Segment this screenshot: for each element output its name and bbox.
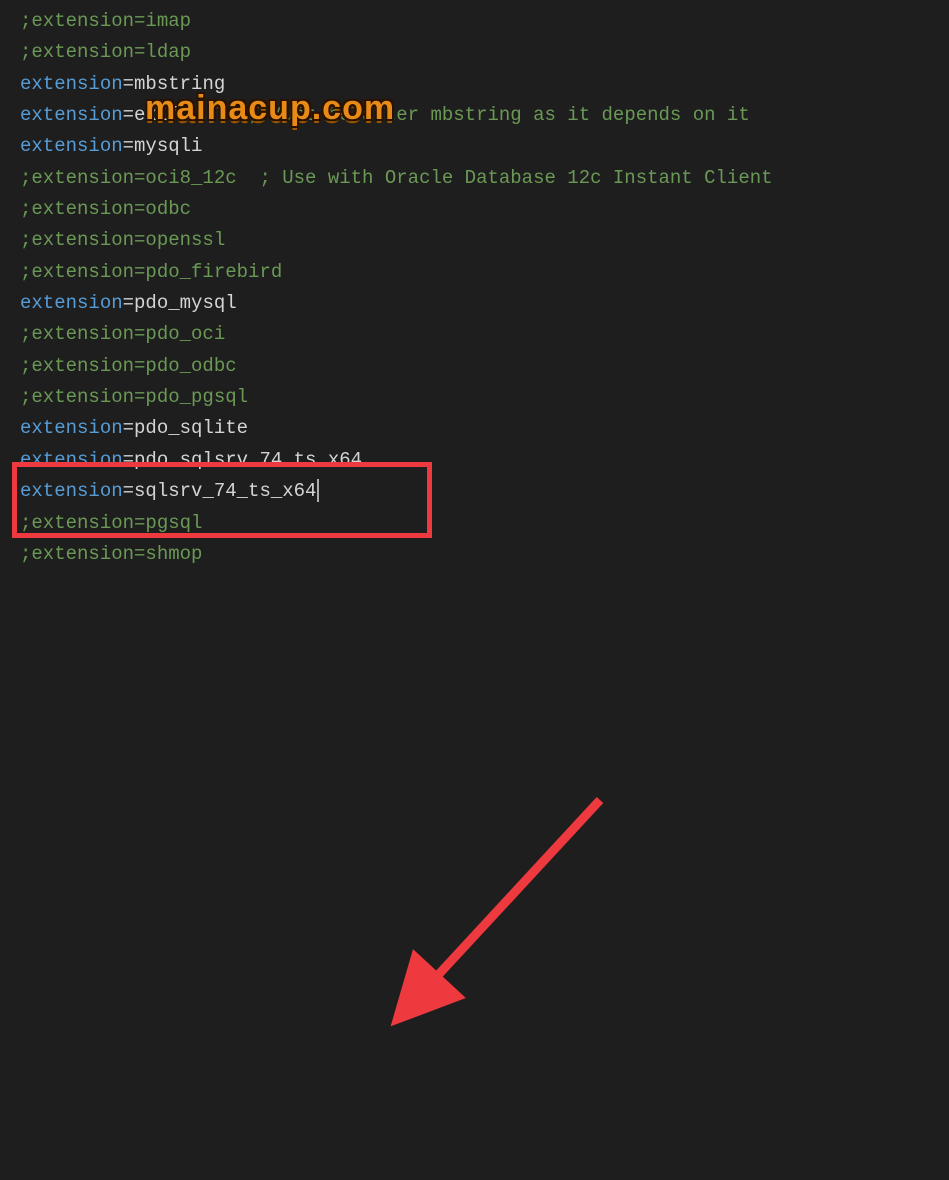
text-cursor [317,479,319,502]
equals-sign: = [123,135,134,157]
commented-directive: ;extension=shmop [20,543,202,565]
ini-key: extension [20,104,123,126]
commented-directive: ;extension=ldap [20,41,191,63]
code-line[interactable]: ;extension=shmop [20,539,949,570]
code-line[interactable]: extension=mbstring [20,69,949,100]
equals-sign: = [123,449,134,471]
code-line[interactable]: ;extension=imap [20,6,949,37]
code-line[interactable]: ;extension=pgsql [20,508,949,539]
code-line[interactable]: ;extension=odbc [20,194,949,225]
commented-directive: ;extension=pdo_pgsql [20,386,248,408]
equals-sign: = [123,417,134,439]
code-line[interactable]: extension=mysqli [20,131,949,162]
commented-directive: ;extension=pgsql [20,512,202,534]
ini-key: extension [20,135,123,157]
annotation-arrow [20,570,949,1180]
ini-value: pdo_sqlsrv_74_ts_x64 [134,449,362,471]
trailing-comment: ; Must be after mbstring as it depends o… [180,104,750,126]
ini-key: extension [20,480,123,502]
code-line[interactable]: extension=exif ; Must be after mbstring … [20,100,949,131]
commented-directive: ;extension=odbc [20,198,191,220]
code-line[interactable]: extension=pdo_sqlsrv_74_ts_x64 [20,445,949,476]
ini-value: pdo_sqlite [134,417,248,439]
code-line[interactable]: ;extension=openssl [20,225,949,256]
ini-key: extension [20,73,123,95]
ini-value: pdo_mysql [134,292,237,314]
equals-sign: = [123,73,134,95]
code-line[interactable]: extension=pdo_sqlite [20,413,949,444]
ini-key: extension [20,292,123,314]
code-line[interactable]: extension=sqlsrv_74_ts_x64 [20,476,949,507]
equals-sign: = [123,104,134,126]
commented-directive: ;extension=pdo_oci [20,323,225,345]
ini-value: mysqli [134,135,202,157]
ini-value: exif [134,104,180,126]
code-line[interactable]: ;extension=oci8_12c ; Use with Oracle Da… [20,163,949,194]
ini-key: extension [20,417,123,439]
commented-directive: ;extension=pdo_firebird [20,261,282,283]
equals-sign: = [123,480,134,502]
code-line[interactable]: ;extension=pdo_odbc [20,351,949,382]
code-line[interactable]: ;extension=ldap [20,37,949,68]
ini-value: sqlsrv_74_ts_x64 [134,480,316,502]
equals-sign: = [123,292,134,314]
commented-directive: ;extension=imap [20,10,191,32]
code-line[interactable]: ;extension=pdo_firebird [20,257,949,288]
code-line[interactable]: extension=pdo_mysql [20,288,949,319]
code-editor-content[interactable]: ;extension=imap;extension=ldapextension=… [20,6,949,570]
commented-directive: ;extension=openssl [20,229,225,251]
commented-directive: ;extension=oci8_12c ; Use with Oracle Da… [20,167,773,189]
commented-directive: ;extension=pdo_odbc [20,355,237,377]
ini-value: mbstring [134,73,225,95]
code-line[interactable]: ;extension=pdo_pgsql [20,382,949,413]
code-line[interactable]: ;extension=pdo_oci [20,319,949,350]
ini-key: extension [20,449,123,471]
